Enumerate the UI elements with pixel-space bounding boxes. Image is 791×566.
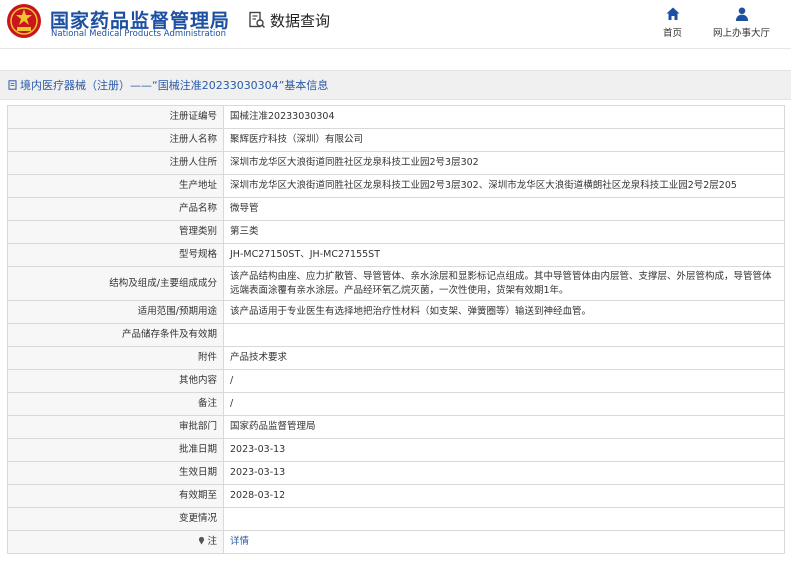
row-label: 审批部门: [7, 415, 224, 439]
row-label: 批准日期: [7, 438, 224, 462]
table-row: 产品储存条件及有效期: [7, 323, 785, 347]
row-label: 注册人住所: [7, 151, 224, 175]
row-label: 其他内容: [7, 369, 224, 393]
row-label: 产品储存条件及有效期: [7, 323, 224, 347]
note-label: 注: [207, 536, 217, 547]
row-value: 2023-03-13: [223, 461, 785, 485]
row-value: 国械注准20233030304: [223, 105, 785, 129]
org-name-en: National Medical Products Administration: [51, 29, 226, 39]
home-icon: [666, 7, 679, 20]
row-value: [223, 323, 785, 347]
row-value: 该产品适用于专业医生有选择地把治疗性材料（如支架、弹簧圈等）输送到神经血管。: [223, 300, 785, 324]
table-row: 有效期至 2028-03-12: [7, 484, 785, 508]
user-icon: [735, 7, 748, 21]
table-row: 型号规格 JH-MC27150ST、JH-MC27155ST: [7, 243, 785, 267]
emblem-logo-icon: [7, 4, 41, 38]
row-value: 第三类: [223, 220, 785, 244]
table-row: 审批部门 国家药品监督管理局: [7, 415, 785, 439]
table-row: 注册人名称 聚辉医疗科技（深圳）有限公司: [7, 128, 785, 152]
row-value: 2023-03-13: [223, 438, 785, 462]
nav-home[interactable]: 首页: [663, 6, 682, 39]
nav-home-label: 首页: [663, 28, 683, 39]
row-label: 注册人名称: [7, 128, 224, 152]
table-row: 注册证编号 国械注准20233030304: [7, 105, 785, 129]
table-row: 生效日期 2023-03-13: [7, 461, 785, 485]
row-label: 有效期至: [7, 484, 224, 508]
document-icon: [8, 80, 17, 90]
table-row: 生产地址 深圳市龙华区大浪街道同胜社区龙泉科技工业园2号3层302、深圳市龙华区…: [7, 174, 785, 198]
document-search-icon: [249, 11, 266, 29]
row-label: 型号规格: [7, 243, 224, 267]
nav-online-service-hall[interactable]: 网上办事大厅: [713, 6, 770, 39]
site-header: 国家药品监督管理局 National Medical Products Admi…: [0, 0, 791, 49]
breadcrumb: 境内医疗器械（注册）——“国械注准20233030304”基本信息: [0, 70, 791, 100]
row-value: 深圳市龙华区大浪街道同胜社区龙泉科技工业园2号3层302、深圳市龙华区大浪街道横…: [223, 174, 785, 198]
data-query-label: 数据查询: [270, 11, 331, 30]
row-value: 产品技术要求: [223, 346, 785, 370]
table-row: 注 详情: [7, 530, 785, 554]
table-row: 附件 产品技术要求: [7, 346, 785, 370]
row-value: 详情: [223, 530, 785, 554]
row-label: 附件: [7, 346, 224, 370]
row-value: JH-MC27150ST、JH-MC27155ST: [223, 243, 785, 267]
row-label: 备注: [7, 392, 224, 416]
table-row: 适用范围/预期用途 该产品适用于专业医生有选择地把治疗性材料（如支架、弹簧圈等）…: [7, 300, 785, 324]
table-row: 注册人住所 深圳市龙华区大浪街道同胜社区龙泉科技工业园2号3层302: [7, 151, 785, 175]
row-label: 结构及组成/主要组成成分: [7, 266, 224, 301]
details-link[interactable]: 详情: [230, 536, 249, 547]
row-label: 变更情况: [7, 507, 224, 531]
breadcrumb-text: 境内医疗器械（注册）——“国械注准20233030304”基本信息: [20, 79, 329, 92]
row-value: /: [223, 392, 785, 416]
row-value: 该产品结构由座、应力扩散管、导管管体、亲水涂层和显影标记点组成。其中导管管体由内…: [223, 266, 785, 301]
data-query-title: 数据查询: [248, 9, 330, 31]
row-value: 2028-03-12: [223, 484, 785, 508]
row-label: 生产地址: [7, 174, 224, 198]
row-label: 生效日期: [7, 461, 224, 485]
row-label: 管理类别: [7, 220, 224, 244]
table-row: 批准日期 2023-03-13: [7, 438, 785, 462]
table-row: 结构及组成/主要组成成分 该产品结构由座、应力扩散管、导管管体、亲水涂层和显影标…: [7, 266, 785, 301]
row-value: [223, 507, 785, 531]
registration-info-table: 注册证编号 国械注准20233030304 注册人名称 聚辉医疗科技（深圳）有限…: [7, 105, 785, 554]
table-row: 其他内容 /: [7, 369, 785, 393]
row-label: 注册证编号: [7, 105, 224, 129]
pin-icon: [199, 536, 205, 545]
table-row: 产品名称 微导管: [7, 197, 785, 221]
row-value: 深圳市龙华区大浪街道同胜社区龙泉科技工业园2号3层302: [223, 151, 785, 175]
row-value: 国家药品监督管理局: [223, 415, 785, 439]
row-label: 适用范围/预期用途: [7, 300, 224, 324]
row-value: /: [223, 369, 785, 393]
row-label: 产品名称: [7, 197, 224, 221]
table-row: 管理类别 第三类: [7, 220, 785, 244]
table-row: 备注 /: [7, 392, 785, 416]
nav-hall-label: 网上办事大厅: [713, 28, 771, 39]
row-value: 微导管: [223, 197, 785, 221]
row-label: 注: [7, 530, 224, 554]
table-row: 变更情况: [7, 507, 785, 531]
row-value: 聚辉医疗科技（深圳）有限公司: [223, 128, 785, 152]
